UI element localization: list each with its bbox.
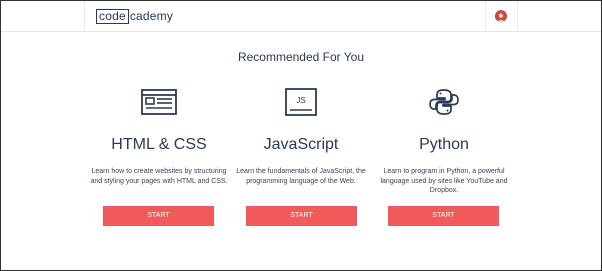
js-icon: JS: [285, 88, 317, 116]
user-avatar[interactable]: [495, 10, 507, 22]
top-navbar: code cademy: [1, 1, 601, 32]
start-button-python[interactable]: START: [388, 206, 499, 226]
browser-frame: code cademy Recommended For You HTML & C…: [0, 0, 602, 271]
logo-cademy-text: cademy: [129, 8, 174, 23]
js-icon-text: JS: [296, 96, 305, 105]
course-card-html-css: HTML & CSS Learn how to create websites …: [88, 87, 230, 197]
course-title: JavaScript: [263, 136, 339, 153]
course-card-javascript: JS JavaScript Learn the fundamentals of …: [230, 87, 372, 197]
page-heading: Recommended For You: [237, 50, 365, 64]
course-description: Learn to program in Python, a powerful l…: [380, 168, 508, 194]
html-layout-icon: [141, 89, 177, 115]
navbar-divider: [485, 1, 486, 31]
start-button-html-css[interactable]: START: [103, 206, 214, 226]
navbar-divider: [517, 1, 518, 31]
course-card-python: Python Learn to program in Python, a pow…: [373, 87, 515, 197]
course-title: Python: [419, 136, 469, 153]
codecademy-logo[interactable]: code cademy: [96, 8, 173, 24]
python-icon: [429, 89, 459, 115]
avatar-icon: [495, 11, 507, 22]
logo-code-text: code: [96, 8, 129, 24]
course-description: Learn the fundamentals of JavaScript, th…: [236, 168, 366, 185]
course-title: HTML & CSS: [111, 136, 207, 153]
start-button-javascript[interactable]: START: [246, 206, 357, 226]
course-description: Learn how to create websites by structur…: [90, 168, 228, 185]
navbar-divider: [84, 1, 85, 31]
